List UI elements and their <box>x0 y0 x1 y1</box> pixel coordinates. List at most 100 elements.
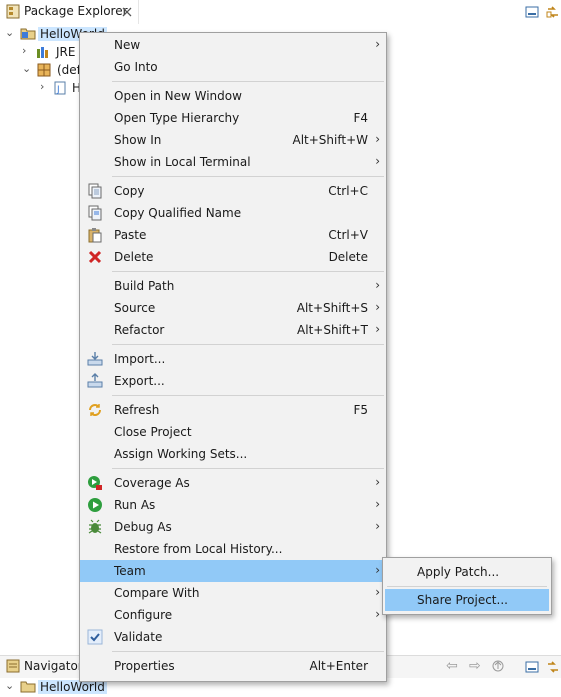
menu-item-label: Copy <box>114 184 145 198</box>
package-explorer-tab[interactable]: Package Explorer <box>0 0 139 24</box>
submenu-arrow-icon: › <box>375 585 380 599</box>
svg-text:J: J <box>56 85 60 95</box>
chevron-right-icon[interactable]: › <box>22 44 26 57</box>
menu-item-shortcut: F4 <box>353 111 368 125</box>
menu-item-shortcut: Ctrl+V <box>328 228 368 242</box>
menu-item-import[interactable]: Import... <box>80 348 386 370</box>
menu-separator <box>387 586 547 587</box>
menu-item-validate[interactable]: Validate <box>80 626 386 648</box>
menu-item-paste[interactable]: Paste Ctrl+V <box>80 224 386 246</box>
tree-label-jre: JRE <box>56 45 76 59</box>
java-file-icon: J <box>54 81 66 98</box>
refresh-icon <box>87 402 103 418</box>
menu-separator <box>112 176 384 177</box>
submenu-arrow-icon: › <box>375 278 380 292</box>
copy-icon <box>87 183 103 199</box>
menu-item-label: Debug As <box>114 520 172 534</box>
menu-item-apply-patch[interactable]: Apply Patch... <box>383 560 551 584</box>
submenu-arrow-icon: › <box>375 132 380 146</box>
menu-item-label: Properties <box>114 659 175 673</box>
submenu-arrow-icon: › <box>375 300 380 314</box>
menu-item-label: Delete <box>114 250 154 264</box>
menu-item-share-project[interactable]: Share Project... <box>385 589 549 611</box>
submenu-arrow-icon: › <box>375 322 380 336</box>
menu-separator <box>112 81 384 82</box>
chevron-down-icon[interactable]: ⌄ <box>22 62 31 75</box>
coverage-icon <box>87 475 103 491</box>
menu-item-configure[interactable]: Configure › <box>80 604 386 626</box>
forward-arrow-icon[interactable]: ⇨ <box>469 658 481 674</box>
menu-item-shortcut: Alt+Shift+T <box>297 323 368 337</box>
menu-item-new[interactable]: New › <box>80 34 386 56</box>
menu-item-show-in[interactable]: Show In Alt+Shift+W › <box>80 129 386 151</box>
menu-item-label: Source <box>114 301 156 315</box>
menu-item-copy[interactable]: Copy Ctrl+C <box>80 180 386 202</box>
debug-icon <box>87 519 103 535</box>
menu-separator <box>112 468 384 469</box>
menu-item-assign-working-sets[interactable]: Assign Working Sets... <box>80 443 386 465</box>
submenu-arrow-icon: › <box>375 607 380 621</box>
navigator-icon <box>6 659 20 676</box>
menu-item-build-path[interactable]: Build Path › <box>80 275 386 297</box>
menu-item-shortcut: Delete <box>328 250 368 264</box>
paste-icon <box>87 227 103 243</box>
menu-item-shortcut: Alt+Shift+S <box>296 301 368 315</box>
menu-item-label: Validate <box>114 630 163 644</box>
chevron-right-icon[interactable]: › <box>40 80 44 93</box>
menu-item-properties[interactable]: Properties Alt+Enter <box>80 655 386 677</box>
menu-item-coverage-as[interactable]: Coverage As › <box>80 472 386 494</box>
menu-item-label: Go Into <box>114 60 158 74</box>
menu-item-team[interactable]: Team › <box>80 560 386 582</box>
context-menu: New › Go Into Open in New Window Open Type H… <box>79 32 387 682</box>
navigator-label-project: HelloWorld <box>38 680 107 694</box>
project-folder-icon <box>20 679 36 697</box>
menu-item-label: Build Path <box>114 279 175 293</box>
menu-item-close-project[interactable]: Close Project <box>80 421 386 443</box>
menu-item-label: Refactor <box>114 323 165 337</box>
chevron-down-icon[interactable]: ⌄ <box>5 679 14 692</box>
menu-item-label: Close Project <box>114 425 192 439</box>
menu-item-label: Export... <box>114 374 165 388</box>
back-arrow-icon[interactable]: ⇦ <box>446 658 458 674</box>
menu-item-refactor[interactable]: Refactor Alt+Shift+T › <box>80 319 386 341</box>
chevron-down-icon[interactable]: ⌄ <box>5 26 14 39</box>
menu-item-delete[interactable]: Delete Delete <box>80 246 386 268</box>
menu-item-label: Apply Patch... <box>417 565 500 579</box>
minimize-icon[interactable] <box>524 4 540 20</box>
menu-item-open-type-hierarchy[interactable]: Open Type Hierarchy F4 <box>80 107 386 129</box>
menu-item-debug-as[interactable]: Debug As › <box>80 516 386 538</box>
menu-item-shortcut: Alt+Shift+W <box>292 133 369 147</box>
submenu-arrow-icon: › <box>375 497 380 511</box>
menu-item-show-in-local-terminal[interactable]: Show in Local Terminal › <box>80 151 386 173</box>
menu-item-export[interactable]: Export... <box>80 370 386 392</box>
menu-item-restore-from-local-history[interactable]: Restore from Local History... <box>80 538 386 560</box>
menu-item-compare-with[interactable]: Compare With › <box>80 582 386 604</box>
menu-item-label: Restore from Local History... <box>114 542 283 556</box>
import-icon <box>87 351 103 367</box>
menu-item-shortcut: Alt+Enter <box>309 659 368 673</box>
submenu-arrow-icon: › <box>375 563 380 577</box>
menu-item-go-into[interactable]: Go Into <box>80 56 386 78</box>
menu-item-label: Paste <box>114 228 147 242</box>
submenu-arrow-icon: › <box>375 154 380 168</box>
up-folder-icon[interactable] <box>491 659 505 676</box>
navigator-title[interactable]: Navigator <box>24 659 83 673</box>
team-submenu: Apply Patch... Share Project... <box>382 557 552 615</box>
menu-separator <box>112 344 384 345</box>
copy-qualified-icon <box>87 205 103 221</box>
close-icon[interactable] <box>122 3 132 20</box>
menu-item-copy-qualified-name[interactable]: Copy Qualified Name <box>80 202 386 224</box>
menu-item-label: Configure <box>114 608 173 622</box>
menu-item-run-as[interactable]: Run As › <box>80 494 386 516</box>
menu-item-source[interactable]: Source Alt+Shift+S › <box>80 297 386 319</box>
menu-item-label: Coverage As <box>114 476 190 490</box>
menu-item-open-in-new-window[interactable]: Open in New Window <box>80 85 386 107</box>
link-with-editor-icon[interactable] <box>545 4 561 20</box>
submenu-arrow-icon: › <box>375 37 380 51</box>
menu-item-label: Compare With <box>114 586 200 600</box>
menu-item-label: Show In <box>114 133 162 147</box>
menu-separator <box>112 395 384 396</box>
link-with-editor-icon[interactable] <box>545 659 561 678</box>
minimize-icon[interactable] <box>524 659 540 678</box>
menu-item-refresh[interactable]: Refresh F5 <box>80 399 386 421</box>
